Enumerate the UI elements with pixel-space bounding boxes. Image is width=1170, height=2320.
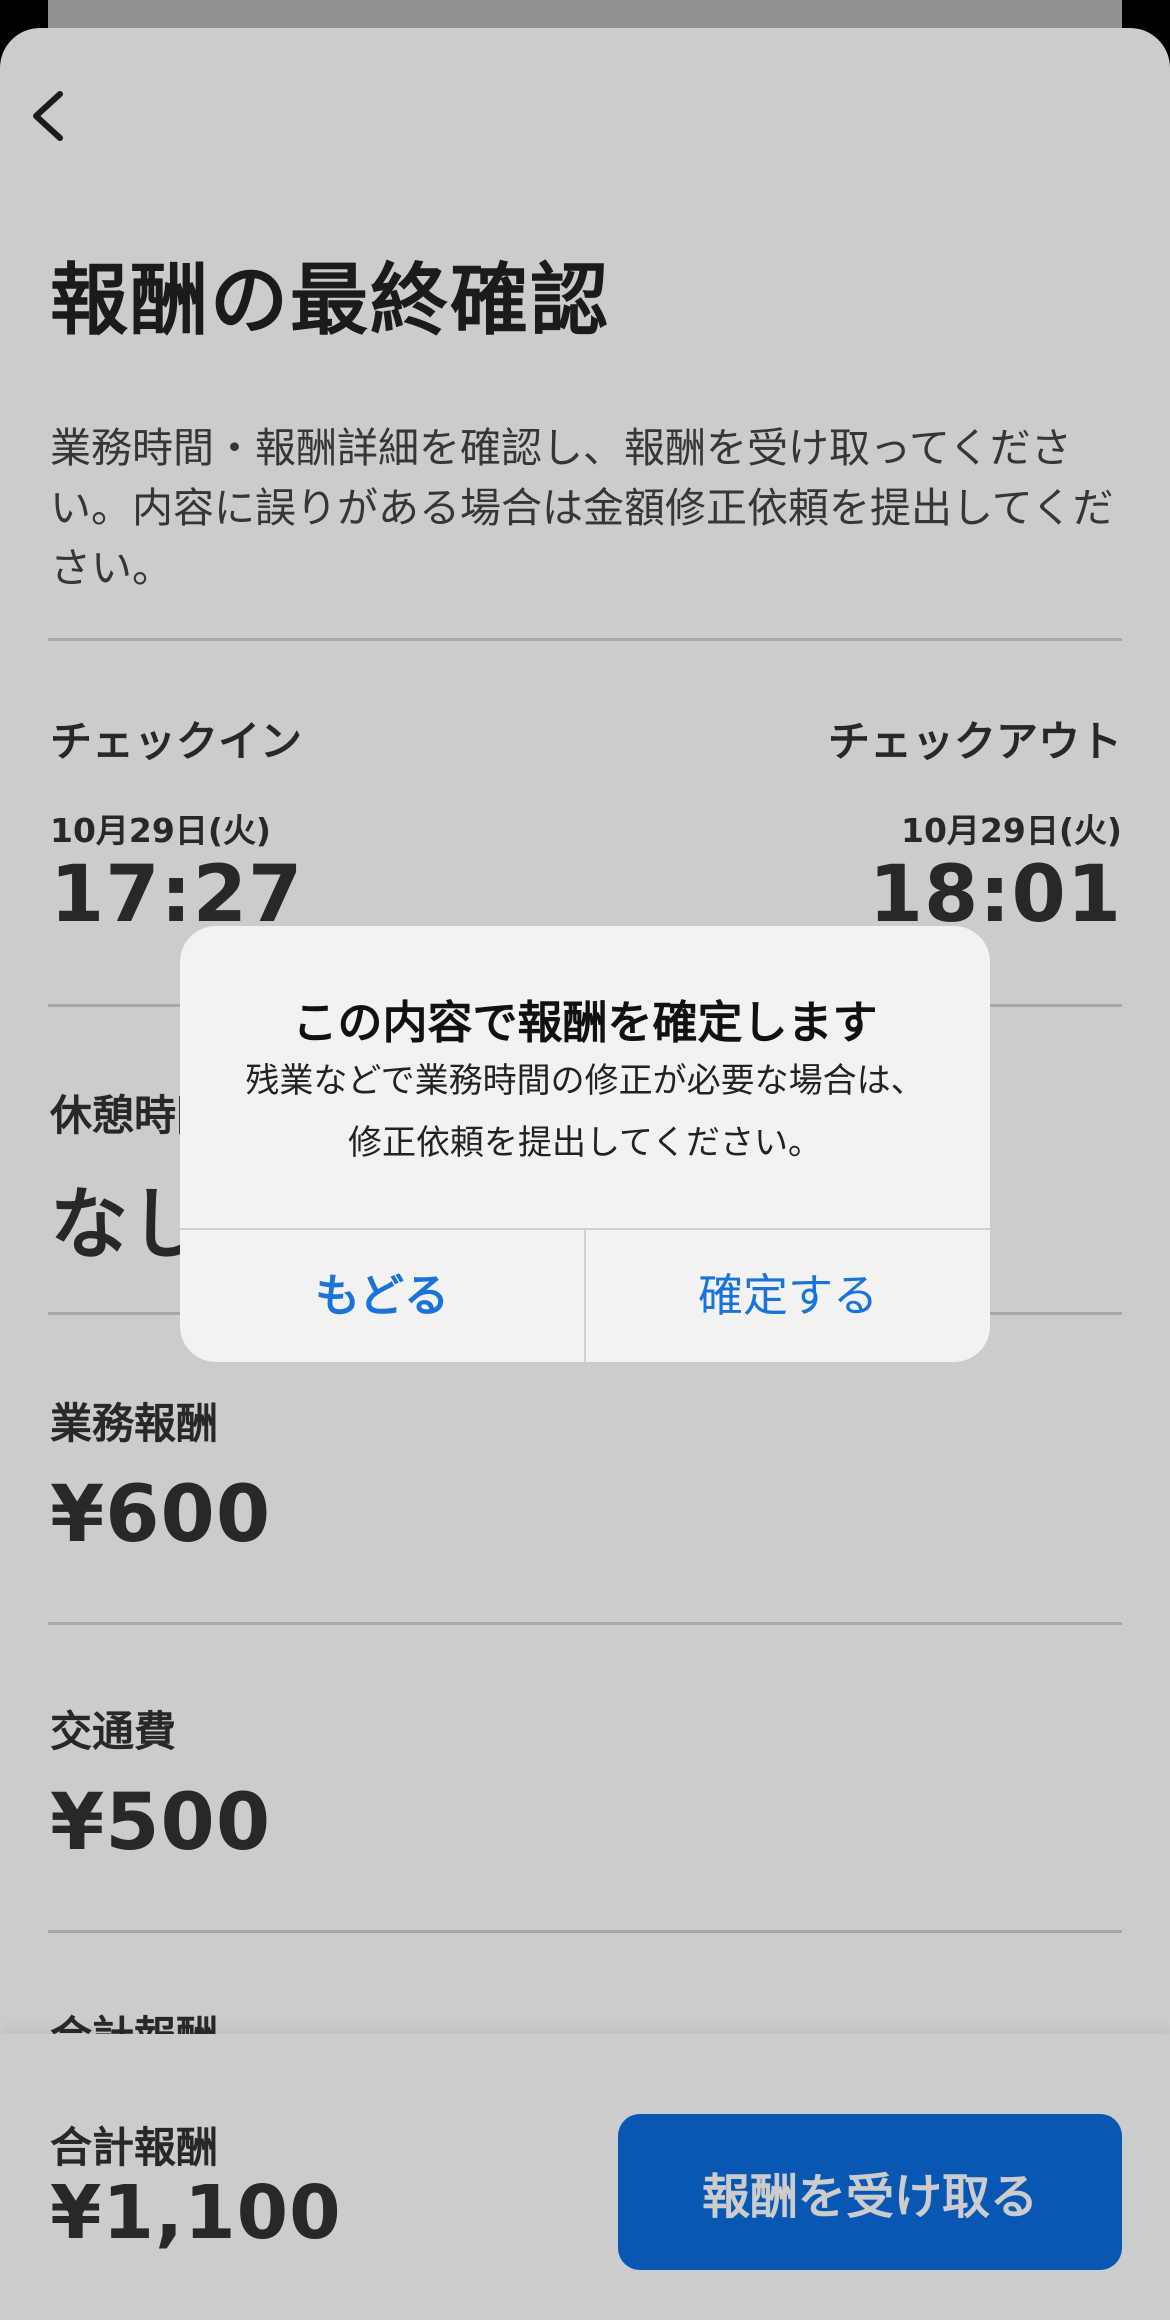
dialog-message: 残業などで業務時間の修正が必要な場合は、 修正依頼を提出してください。 xyxy=(180,1050,990,1174)
dialog-confirm-button[interactable]: 確定する xyxy=(586,1230,990,1362)
dialog-message-line: 修正依頼を提出してください。 xyxy=(348,1123,822,1163)
dialog-title: この内容で報酬を確定します xyxy=(292,996,878,1049)
dialog-cancel-button[interactable]: もどる xyxy=(180,1230,584,1362)
confirm-dialog: この内容で報酬を確定します 残業などで業務時間の修正が必要な場合は、 修正依頼を… xyxy=(180,926,990,1362)
dialog-message-line: 残業などで業務時間の修正が必要な場合は、 xyxy=(245,1061,925,1101)
